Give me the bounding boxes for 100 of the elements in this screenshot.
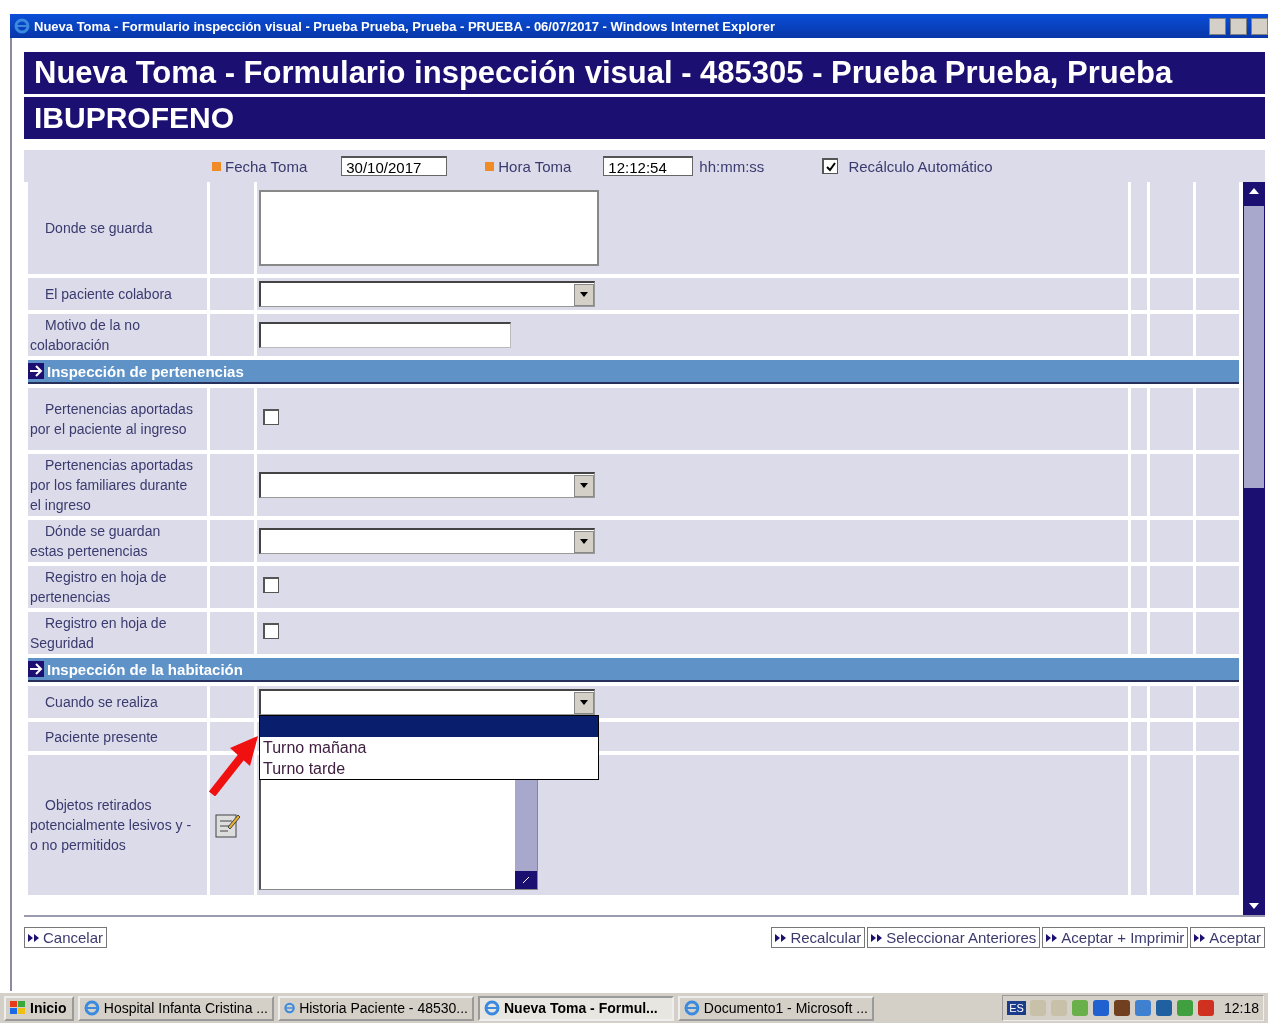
up-arrow-icon [1249, 188, 1259, 194]
select-field[interactable] [259, 689, 595, 715]
table-cell [1196, 454, 1239, 516]
date-field[interactable]: 30/10/2017 [341, 156, 448, 176]
checkbox[interactable] [263, 623, 279, 639]
section-title: Inspección de la habitación [47, 660, 243, 678]
table-cell [1131, 686, 1147, 718]
action-button[interactable]: Recalcular [771, 927, 866, 948]
table-cell [1131, 520, 1147, 562]
table-cell [1150, 566, 1193, 608]
table-cell [1131, 722, 1147, 751]
table-cell [210, 388, 254, 450]
window-title: Nueva Toma - Formulario inspección visual - Prueba Prueba, Prueba - PRUEBA - 06/07/2017 - Windows Internet Explorer [34, 18, 777, 34]
browser-icon [284, 1000, 296, 1016]
language-indicator[interactable]: ES [1007, 1001, 1026, 1015]
table-cell [210, 314, 254, 356]
arrow-right-icon [28, 661, 44, 677]
checkbox[interactable] [822, 158, 839, 174]
browser-icon [484, 1000, 500, 1016]
field-label: Pertenencias aportadas por los familiares durante el ingreso [29, 456, 194, 515]
table-cell [1196, 520, 1239, 562]
field-label: Cuando se realiza [44, 693, 159, 712]
field-label: Pertenencias aportadas por el paciente al ingreso [29, 400, 194, 439]
maximize-button[interactable] [1230, 17, 1247, 35]
pointer-arrow [208, 734, 258, 796]
table-cell [210, 454, 254, 516]
section-title: Inspección de pertenencias [47, 362, 244, 380]
double-arrow-icon [775, 933, 787, 942]
table-cell [1196, 278, 1239, 310]
minimize-button[interactable] [1209, 17, 1226, 35]
field-label: Dónde se guardan estas pertenencias [29, 522, 162, 561]
taskbar-item[interactable]: Documento1 - Microsoft ... [678, 995, 874, 1021]
double-arrow-icon [1194, 933, 1206, 942]
table-cell [1131, 612, 1147, 654]
table-cell [210, 566, 254, 608]
browser-icon [84, 1000, 100, 1016]
field-label: Motivo de la no colaboración [29, 316, 141, 355]
table-cell [1150, 388, 1193, 450]
notepad-icon[interactable] [214, 811, 240, 839]
field-label: Registro en hoja de Seguridad [29, 614, 168, 653]
table-cell [1150, 454, 1193, 516]
double-arrow-icon [1046, 933, 1058, 942]
cancel-button[interactable]: Cancelar [24, 927, 108, 948]
time-label: Hora Toma [485, 157, 572, 175]
field-label: Registro en hoja de pertenencias [29, 568, 168, 607]
time-field[interactable]: 12:12:54 [603, 156, 694, 176]
page-subtitle: IBUPROFENO [24, 97, 1265, 139]
action-button[interactable]: Aceptar [1190, 927, 1265, 948]
table-cell [210, 520, 254, 562]
table-cell [1150, 314, 1193, 356]
double-arrow-icon [28, 933, 39, 942]
taskbar-item[interactable]: Historia Paciente - 48530... [278, 995, 474, 1021]
down-arrow-icon [1249, 903, 1259, 909]
field-label: Paciente presente [44, 727, 159, 747]
windows-logo-icon [10, 1001, 26, 1015]
table-cell [1150, 278, 1193, 310]
clock: 12:18 [1223, 1000, 1259, 1016]
table-cell [210, 278, 254, 310]
table-cell [1196, 566, 1239, 608]
start-button[interactable]: Inicio [4, 995, 74, 1021]
select-field[interactable] [259, 528, 595, 554]
table-cell [1131, 454, 1147, 516]
table-cell [210, 612, 254, 654]
close-button[interactable] [1251, 17, 1268, 35]
table-cell [1131, 566, 1147, 608]
table-cell [1150, 686, 1193, 718]
table-cell [1131, 388, 1147, 450]
time-format-hint: hh:mm:ss [699, 157, 765, 175]
double-arrow-icon [871, 933, 883, 942]
table-cell [1196, 686, 1239, 718]
slash-icon [523, 877, 529, 883]
checkbox[interactable] [263, 409, 279, 425]
field-label: Objetos retirados potencialmente lesivos y - o no permitidos [29, 796, 193, 855]
table-cell [1196, 612, 1239, 654]
table-cell [1150, 722, 1193, 751]
field-label: Donde se guarda [44, 219, 154, 238]
action-button[interactable]: Aceptar + Imprimir [1042, 927, 1189, 948]
browser-icon [14, 18, 30, 34]
select-field[interactable] [259, 281, 595, 307]
table-cell [1196, 314, 1239, 356]
taskbar-item[interactable]: Hospital Infanta Cristina ... [78, 995, 274, 1021]
table-cell [1196, 722, 1239, 751]
page-title: Nueva Toma - Formulario inspección visual - 485305 - Prueba Prueba, Prueba [24, 52, 1265, 94]
scrollbar[interactable] [1243, 182, 1265, 915]
table-cell [1150, 612, 1193, 654]
table-cell [1131, 278, 1147, 310]
text-input[interactable] [259, 322, 511, 348]
field-label: El paciente colabora [44, 285, 173, 304]
arrow-right-icon [28, 363, 44, 379]
date-label: Fecha Toma [212, 157, 308, 175]
checkbox[interactable] [263, 577, 279, 593]
table-cell [1131, 314, 1147, 356]
select-field[interactable] [259, 472, 595, 498]
auto-recalc-label: Recálculo Automático [848, 157, 993, 175]
browser-icon [684, 1000, 700, 1016]
taskbar-item[interactable]: Nueva Toma - Formul... [478, 995, 674, 1021]
table-cell [210, 686, 254, 718]
table-cell [1150, 520, 1193, 562]
table-cell [1196, 388, 1239, 450]
action-button[interactable]: Seleccionar Anteriores [867, 927, 1041, 948]
